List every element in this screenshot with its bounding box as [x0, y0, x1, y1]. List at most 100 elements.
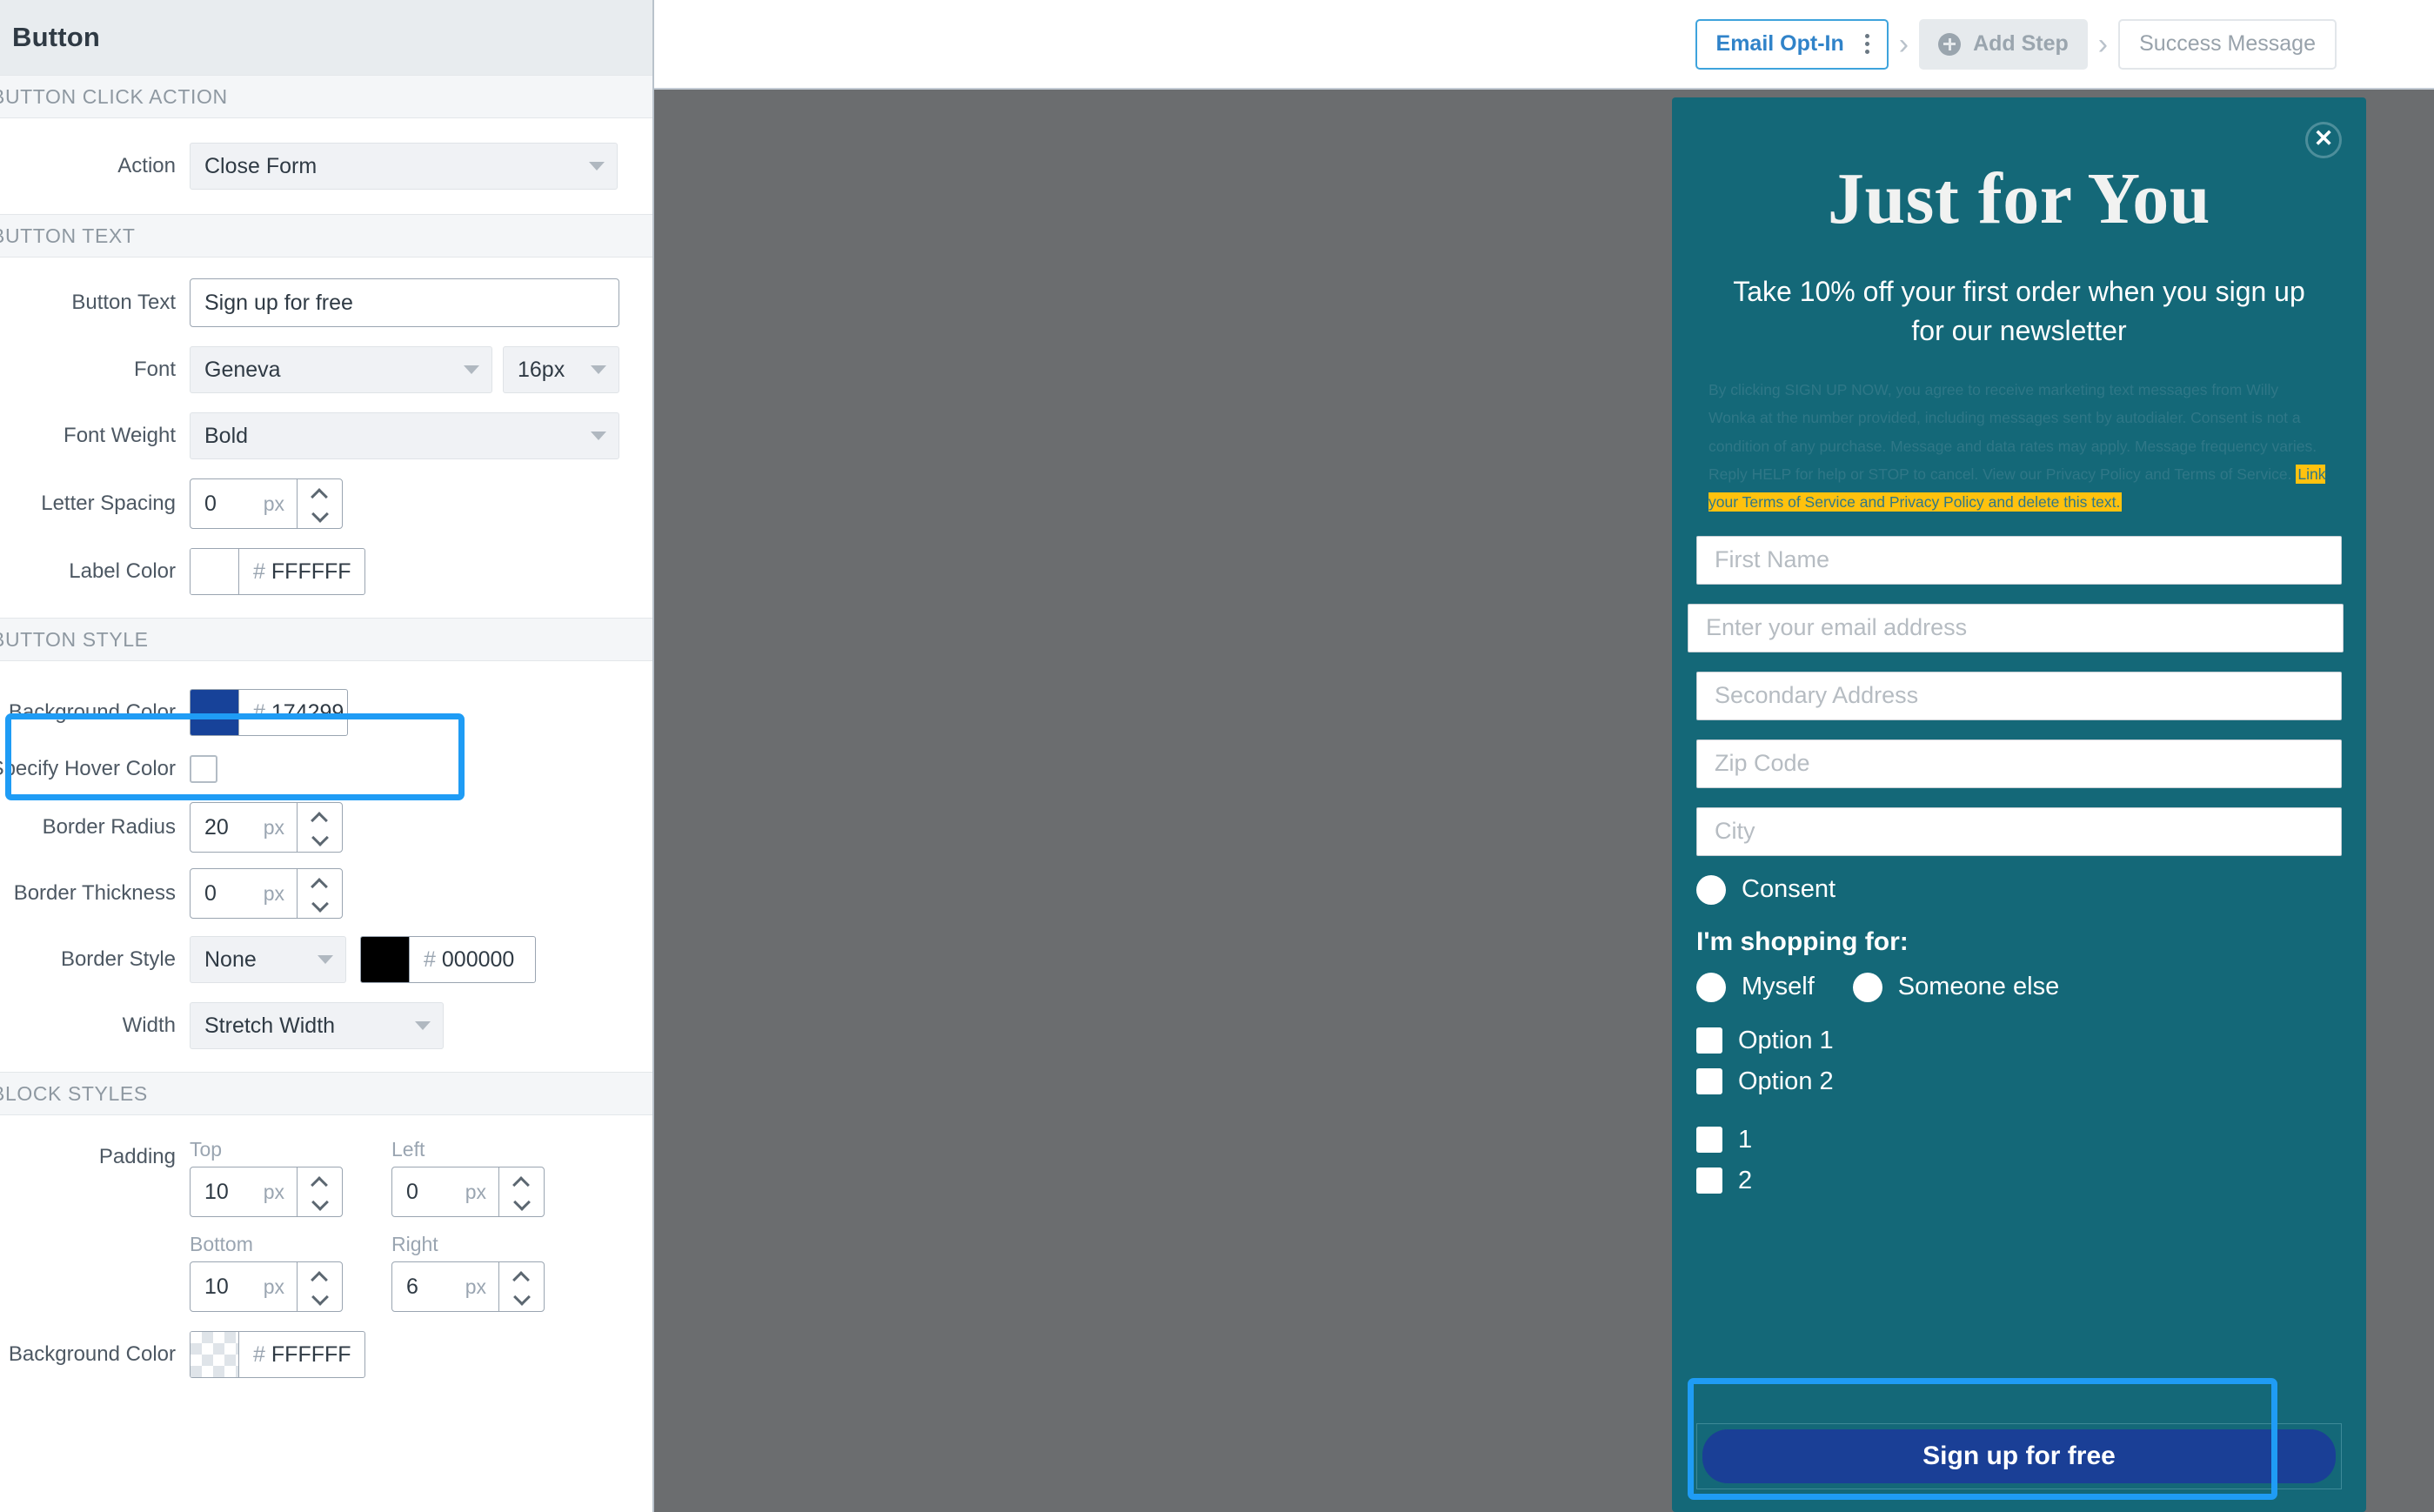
font-size-value: 16px [518, 357, 565, 382]
stepper-down-icon[interactable] [312, 1197, 328, 1207]
item-2-checkbox[interactable] [1696, 1167, 1722, 1194]
stepper-down-icon[interactable] [312, 509, 328, 518]
border-style-select[interactable]: None [190, 936, 346, 983]
secondary-address-input[interactable]: Secondary Address [1696, 671, 2342, 720]
padding-right-stepper[interactable]: 6 px [391, 1261, 545, 1312]
background-color-hex: #174299 [253, 699, 344, 725]
label-color-hex: # FFFFFF [253, 559, 351, 584]
step-email-opt-in[interactable]: Email Opt-In [1695, 18, 1889, 70]
field-label: Border Style [60, 947, 176, 971]
checkbox-option-1[interactable]: Option 1 [1696, 1027, 2342, 1055]
button-text-input[interactable]: Sign up for free [190, 278, 619, 327]
someone-else-label: Someone else [1897, 973, 2060, 1001]
item-1-checkbox[interactable] [1696, 1127, 1722, 1154]
unit-label: px [263, 1180, 284, 1203]
step-success-message[interactable]: Success Message [2118, 18, 2337, 70]
specify-hover-color-checkbox[interactable] [190, 755, 217, 783]
field-label: Specify Hover Color [0, 757, 176, 780]
city-input[interactable]: City [1696, 806, 2342, 856]
step-breadcrumb: Email Opt-In › Add Step › Success Messag… [1695, 18, 2337, 70]
stepper-down-icon[interactable] [312, 1292, 328, 1301]
myself-radio[interactable] [1696, 972, 1726, 1002]
consent-row[interactable]: Consent [1696, 874, 2342, 905]
field-font: Font Geneva 16px [0, 346, 652, 393]
email-placeholder: Enter your email address [1706, 614, 1968, 641]
unit-label: px [263, 815, 284, 839]
stepper-up-icon[interactable] [312, 1273, 328, 1282]
letter-spacing-stepper[interactable]: 0 px [190, 478, 343, 529]
shopping-for-myself[interactable]: Myself [1696, 972, 1815, 1002]
padding-bottom-stepper[interactable]: 10 px [190, 1261, 343, 1312]
padding-left-stepper[interactable]: 0 px [391, 1167, 545, 1217]
block-background-color-swatch[interactable] [191, 1332, 239, 1377]
plus-circle-icon [1938, 32, 1962, 56]
option-2-checkbox[interactable] [1696, 1068, 1722, 1095]
secondary-address-placeholder: Secondary Address [1715, 682, 1919, 709]
popup-subtitle: Take 10% off your first order when you s… [1733, 276, 2305, 347]
step-toolbar: Email Opt-In › Add Step › Success Messag… [654, 0, 2434, 90]
stepper-up-icon[interactable] [312, 813, 328, 823]
stepper-down-icon[interactable] [312, 833, 328, 842]
padding-bottom-group: Bottom 10 px [190, 1233, 343, 1312]
section-block-styles: BLOCK STYLES [0, 1072, 652, 1115]
popup-disclaimer: By clicking SIGN UP NOW, you agree to re… [1708, 376, 2330, 517]
section-label: BUTTON CLICK ACTION [0, 84, 228, 108]
font-family-select[interactable]: Geneva [190, 346, 492, 393]
stepper-up-icon[interactable] [514, 1178, 530, 1188]
zip-code-input[interactable]: Zip Code [1696, 739, 2342, 788]
border-thickness-stepper[interactable]: 0 px [190, 868, 343, 919]
block-background-color-field[interactable]: # FFFFFF [190, 1331, 365, 1378]
chevron-down-icon [464, 365, 479, 374]
font-weight-select[interactable]: Bold [190, 412, 619, 459]
font-weight-value: Bold [204, 423, 249, 448]
someone-else-radio[interactable] [1852, 972, 1882, 1002]
width-select[interactable]: Stretch Width [190, 1002, 444, 1049]
checkbox-item-2[interactable]: 2 [1696, 1167, 2342, 1195]
panel-header: Button [0, 0, 652, 75]
checkbox-option-2[interactable]: Option 2 [1696, 1067, 2342, 1096]
border-color-swatch[interactable] [361, 937, 410, 982]
chevron-down-icon [415, 1021, 431, 1030]
background-color-field[interactable]: #174299 [190, 689, 348, 736]
unit-label: px [465, 1180, 486, 1203]
step-label: Success Message [2139, 31, 2316, 56]
border-color-field[interactable]: #000000 [360, 936, 536, 983]
shopping-for-heading: I'm shopping for: [1696, 927, 1909, 956]
padding-top-group: Top 10 px [190, 1138, 343, 1217]
option-1-label: Option 1 [1738, 1026, 1834, 1054]
stepper-up-icon[interactable] [312, 880, 328, 889]
sign-up-for-free-button[interactable]: Sign up for free [1702, 1429, 2336, 1483]
padding-bottom-caption: Bottom [190, 1233, 253, 1255]
add-step-button[interactable]: Add Step [1919, 18, 2088, 70]
chevron-down-icon [591, 432, 606, 440]
section-label: BUTTON STYLE [0, 627, 149, 651]
option-2-label: Option 2 [1738, 1067, 1834, 1095]
stepper-down-icon[interactable] [514, 1292, 530, 1301]
page-title: Button [12, 22, 101, 52]
field-width: Width Stretch Width [0, 1002, 652, 1049]
label-color-field[interactable]: # FFFFFF [190, 548, 365, 595]
stepper-up-icon[interactable] [312, 1178, 328, 1188]
consent-radio[interactable] [1696, 874, 1726, 905]
stepper-up-icon[interactable] [312, 490, 328, 499]
letter-spacing-value: 0 [204, 491, 217, 516]
stepper-down-icon[interactable] [312, 899, 328, 908]
stepper-down-icon[interactable] [514, 1197, 530, 1207]
kebab-menu-icon[interactable] [1858, 30, 1876, 57]
border-radius-stepper[interactable]: 20 px [190, 802, 343, 853]
action-select[interactable]: Close Form [190, 143, 618, 190]
shopping-for-someone-else[interactable]: Someone else [1852, 972, 2060, 1002]
field-border-thickness: Border Thickness 0 px [0, 868, 652, 919]
background-color-swatch[interactable] [191, 690, 239, 735]
stepper-up-icon[interactable] [514, 1273, 530, 1282]
checkbox-item-1[interactable]: 1 [1696, 1126, 2342, 1154]
popup-options: Consent I'm shopping for: Myself Someone… [1696, 874, 2342, 1195]
padding-top-stepper[interactable]: 10 px [190, 1167, 343, 1217]
section-button-style: BUTTON STYLE [0, 618, 652, 661]
close-circle-icon[interactable]: ✕ [2305, 122, 2342, 158]
font-size-select[interactable]: 16px [503, 346, 619, 393]
first-name-input[interactable]: First Name [1696, 535, 2342, 585]
option-1-checkbox[interactable] [1696, 1027, 1722, 1054]
email-input[interactable]: Enter your email address [1688, 603, 2344, 652]
label-color-swatch[interactable] [191, 549, 239, 594]
